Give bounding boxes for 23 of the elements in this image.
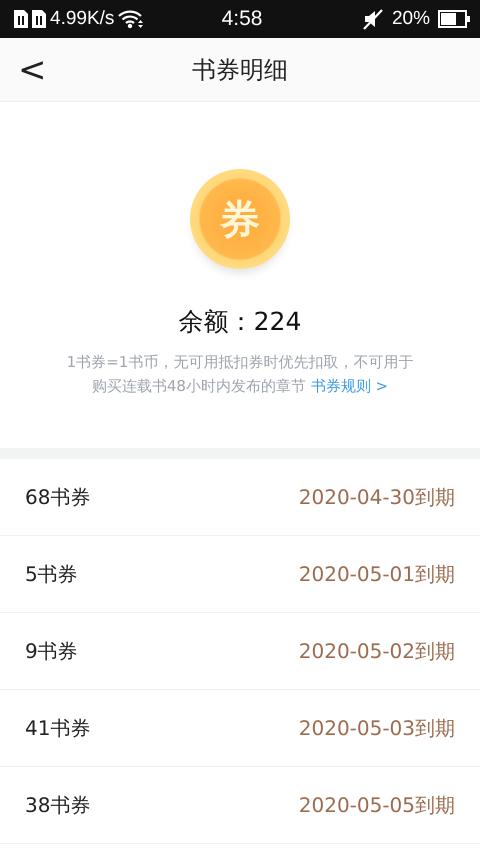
page-title: 书券明细 — [192, 54, 288, 86]
voucher-amount: 68书券 — [25, 484, 90, 510]
balance-amount: 余额：224 — [178, 306, 302, 338]
expiry-date: 2020-04-30到期 — [298, 484, 455, 510]
wifi-icon — [118, 9, 144, 29]
expiry-date: 2020-05-05到期 — [298, 792, 455, 818]
expiry-date: 2020-05-02到期 — [298, 638, 455, 664]
voucher-amount: 38书券 — [25, 792, 90, 818]
clock: 4:58 — [220, 7, 264, 31]
expiry-date: 2020-05-03到期 — [298, 714, 455, 742]
sim-card-icon — [14, 10, 28, 28]
voucher-amount: 41书券 — [25, 714, 90, 742]
back-button[interactable]: < — [12, 52, 52, 88]
mute-icon — [362, 8, 384, 30]
sim-card-icon — [32, 10, 46, 28]
voucher-amount: 5书券 — [25, 560, 78, 588]
battery-percent: 20% — [392, 8, 430, 30]
voucher-amount: 9书券 — [25, 638, 78, 664]
expiry-date: 2020-05-01到期 — [298, 560, 455, 588]
network-speed: 4.99K/s — [50, 8, 114, 30]
coupon-coin-icon: 券 — [190, 169, 290, 269]
coupon-note: 1书券=1书币，无可用抵扣券时优先扣取，不可用于购买连载书48小时内发布的章节 书券规则 > — [66, 352, 414, 397]
battery-icon — [438, 10, 470, 28]
